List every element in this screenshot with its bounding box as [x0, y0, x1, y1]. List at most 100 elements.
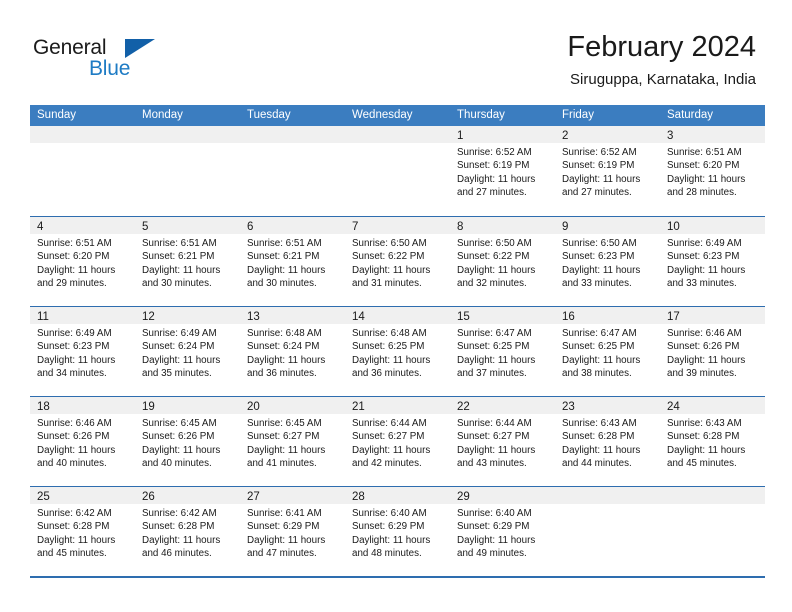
- calendar-day-cell[interactable]: 14 Sunrise: 6:48 AM Sunset: 6:25 PM Dayligh…: [345, 307, 450, 396]
- day-detail-line: Daylight: 11 hours: [457, 173, 536, 185]
- calendar-day-cell[interactable]: 24 Sunrise: 6:43 AM Sunset: 6:28 PM Dayligh…: [660, 397, 765, 486]
- day-detail-line: Daylight: 11 hours: [142, 534, 221, 546]
- day-detail-line: Daylight: 11 hours: [562, 264, 641, 276]
- calendar-day-cell-empty: [345, 126, 450, 216]
- day-detail-line: Daylight: 11 hours: [352, 444, 431, 456]
- date-number: 15: [457, 311, 470, 323]
- day-detail-line: Daylight: 11 hours: [247, 534, 326, 546]
- calendar-day-cell[interactable]: 4 Sunrise: 6:51 AM Sunset: 6:20 PM Daylight…: [30, 217, 135, 306]
- calendar-day-cell[interactable]: 7 Sunrise: 6:50 AM Sunset: 6:22 PM Daylight…: [345, 217, 450, 306]
- day-detail-line: Sunset: 6:23 PM: [37, 341, 110, 353]
- day-detail-line: Daylight: 11 hours: [142, 264, 221, 276]
- calendar-day-cell-empty: [660, 487, 765, 576]
- day-detail-line: Sunset: 6:24 PM: [247, 341, 320, 353]
- day-detail-line: Sunset: 6:28 PM: [142, 521, 215, 533]
- calendar-day-cell[interactable]: 16 Sunrise: 6:47 AM Sunset: 6:25 PM Dayligh…: [555, 307, 660, 396]
- calendar-day-cell[interactable]: 15 Sunrise: 6:47 AM Sunset: 6:25 PM Dayligh…: [450, 307, 555, 396]
- date-band: 21: [345, 397, 450, 414]
- date-band: 1: [450, 126, 555, 143]
- day-details: Sunrise: 6:46 AM Sunset: 6:26 PM Daylight:…: [660, 324, 765, 381]
- calendar-day-cell[interactable]: 28 Sunrise: 6:40 AM Sunset: 6:29 PM Dayligh…: [345, 487, 450, 576]
- day-details: Sunrise: 6:45 AM Sunset: 6:27 PM Daylight:…: [240, 414, 345, 471]
- calendar-day-cell[interactable]: 29 Sunrise: 6:40 AM Sunset: 6:29 PM Dayligh…: [450, 487, 555, 576]
- day-details: [555, 504, 660, 507]
- calendar-day-cell[interactable]: 23 Sunrise: 6:43 AM Sunset: 6:28 PM Dayligh…: [555, 397, 660, 486]
- day-detail-line: and 31 minutes.: [352, 278, 422, 290]
- day-detail-line: Sunset: 6:25 PM: [352, 341, 425, 353]
- general-blue-logo[interactable]: General Blue: [33, 36, 155, 84]
- date-band: 28: [345, 487, 450, 504]
- day-detail-line: Sunrise: 6:52 AM: [457, 147, 532, 158]
- day-detail-line: Sunset: 6:22 PM: [457, 251, 530, 263]
- calendar-day-cell[interactable]: 25 Sunrise: 6:42 AM Sunset: 6:28 PM Dayligh…: [30, 487, 135, 576]
- date-number: 3: [667, 130, 674, 142]
- day-details: Sunrise: 6:48 AM Sunset: 6:24 PM Daylight:…: [240, 324, 345, 381]
- calendar-day-cell[interactable]: 20 Sunrise: 6:45 AM Sunset: 6:27 PM Dayligh…: [240, 397, 345, 486]
- calendar-day-cell[interactable]: 18 Sunrise: 6:46 AM Sunset: 6:26 PM Dayligh…: [30, 397, 135, 486]
- day-detail-line: Sunset: 6:28 PM: [37, 521, 110, 533]
- weekday-header-thursday: Thursday: [457, 109, 505, 121]
- date-band: 3: [660, 126, 765, 143]
- day-detail-line: and 47 minutes.: [247, 548, 317, 560]
- calendar-day-cell[interactable]: 2 Sunrise: 6:52 AM Sunset: 6:19 PM Daylight…: [555, 126, 660, 216]
- day-details: [135, 143, 240, 146]
- calendar-day-cell[interactable]: 10 Sunrise: 6:49 AM Sunset: 6:23 PM Dayligh…: [660, 217, 765, 306]
- day-detail-line: Sunrise: 6:51 AM: [37, 238, 112, 249]
- date-number: 9: [562, 221, 569, 233]
- calendar-day-cell[interactable]: 26 Sunrise: 6:42 AM Sunset: 6:28 PM Dayligh…: [135, 487, 240, 576]
- calendar-day-cell[interactable]: 27 Sunrise: 6:41 AM Sunset: 6:29 PM Dayligh…: [240, 487, 345, 576]
- date-band: 14: [345, 307, 450, 324]
- calendar-day-cell[interactable]: 9 Sunrise: 6:50 AM Sunset: 6:23 PM Daylight…: [555, 217, 660, 306]
- calendar-day-cell[interactable]: 19 Sunrise: 6:45 AM Sunset: 6:26 PM Dayligh…: [135, 397, 240, 486]
- page-title: February 2024: [567, 31, 756, 63]
- day-detail-line: Sunrise: 6:50 AM: [562, 238, 637, 249]
- day-details: Sunrise: 6:49 AM Sunset: 6:23 PM Daylight:…: [660, 234, 765, 291]
- weekday-header-row: Sunday Monday Tuesday Wednesday Thursday…: [30, 105, 765, 126]
- date-number: 14: [352, 311, 365, 323]
- calendar-day-cell[interactable]: 21 Sunrise: 6:44 AM Sunset: 6:27 PM Dayligh…: [345, 397, 450, 486]
- day-details: [345, 143, 450, 146]
- date-number: 12: [142, 311, 155, 323]
- day-detail-line: and 28 minutes.: [667, 187, 737, 199]
- day-detail-line: Daylight: 11 hours: [142, 444, 221, 456]
- day-detail-line: Sunrise: 6:44 AM: [457, 418, 532, 429]
- day-detail-line: and 35 minutes.: [142, 368, 212, 380]
- day-detail-line: Sunset: 6:27 PM: [457, 431, 530, 443]
- date-band: 17: [660, 307, 765, 324]
- calendar-day-cell[interactable]: 17 Sunrise: 6:46 AM Sunset: 6:26 PM Dayligh…: [660, 307, 765, 396]
- date-band: [240, 126, 345, 143]
- date-band: [135, 126, 240, 143]
- weekday-header-tuesday: Tuesday: [247, 109, 291, 121]
- date-band: 26: [135, 487, 240, 504]
- calendar-day-cell[interactable]: 5 Sunrise: 6:51 AM Sunset: 6:21 PM Daylight…: [135, 217, 240, 306]
- calendar-day-cell[interactable]: 13 Sunrise: 6:48 AM Sunset: 6:24 PM Dayligh…: [240, 307, 345, 396]
- day-detail-line: Sunrise: 6:43 AM: [562, 418, 637, 429]
- day-details: Sunrise: 6:44 AM Sunset: 6:27 PM Daylight:…: [450, 414, 555, 471]
- calendar-day-cell[interactable]: 22 Sunrise: 6:44 AM Sunset: 6:27 PM Dayligh…: [450, 397, 555, 486]
- day-detail-line: and 27 minutes.: [457, 187, 527, 199]
- calendar-day-cell[interactable]: 11 Sunrise: 6:49 AM Sunset: 6:23 PM Dayligh…: [30, 307, 135, 396]
- date-number: 16: [562, 311, 575, 323]
- calendar-day-cell-empty: [240, 126, 345, 216]
- date-band: 18: [30, 397, 135, 414]
- day-details: Sunrise: 6:42 AM Sunset: 6:28 PM Daylight:…: [30, 504, 135, 561]
- date-number: 4: [37, 221, 44, 233]
- calendar-day-cell[interactable]: 8 Sunrise: 6:50 AM Sunset: 6:22 PM Daylight…: [450, 217, 555, 306]
- day-detail-line: and 45 minutes.: [37, 548, 107, 560]
- date-number: 13: [247, 311, 260, 323]
- day-detail-line: and 42 minutes.: [352, 458, 422, 470]
- date-number: 6: [247, 221, 254, 233]
- page-subtitle: Siruguppa, Karnataka, India: [570, 71, 756, 88]
- day-details: [30, 143, 135, 146]
- calendar-day-cell[interactable]: 1 Sunrise: 6:52 AM Sunset: 6:19 PM Daylight…: [450, 126, 555, 216]
- date-number: 11: [37, 311, 49, 323]
- calendar-day-cell[interactable]: 12 Sunrise: 6:49 AM Sunset: 6:24 PM Dayligh…: [135, 307, 240, 396]
- date-band: 10: [660, 217, 765, 234]
- calendar-day-cell[interactable]: 3 Sunrise: 6:51 AM Sunset: 6:20 PM Daylight…: [660, 126, 765, 216]
- date-band: 13: [240, 307, 345, 324]
- day-detail-line: Daylight: 11 hours: [667, 444, 746, 456]
- day-detail-line: Sunrise: 6:42 AM: [37, 508, 112, 519]
- date-number: 28: [352, 491, 365, 503]
- day-detail-line: Daylight: 11 hours: [247, 264, 326, 276]
- calendar-day-cell[interactable]: 6 Sunrise: 6:51 AM Sunset: 6:21 PM Daylight…: [240, 217, 345, 306]
